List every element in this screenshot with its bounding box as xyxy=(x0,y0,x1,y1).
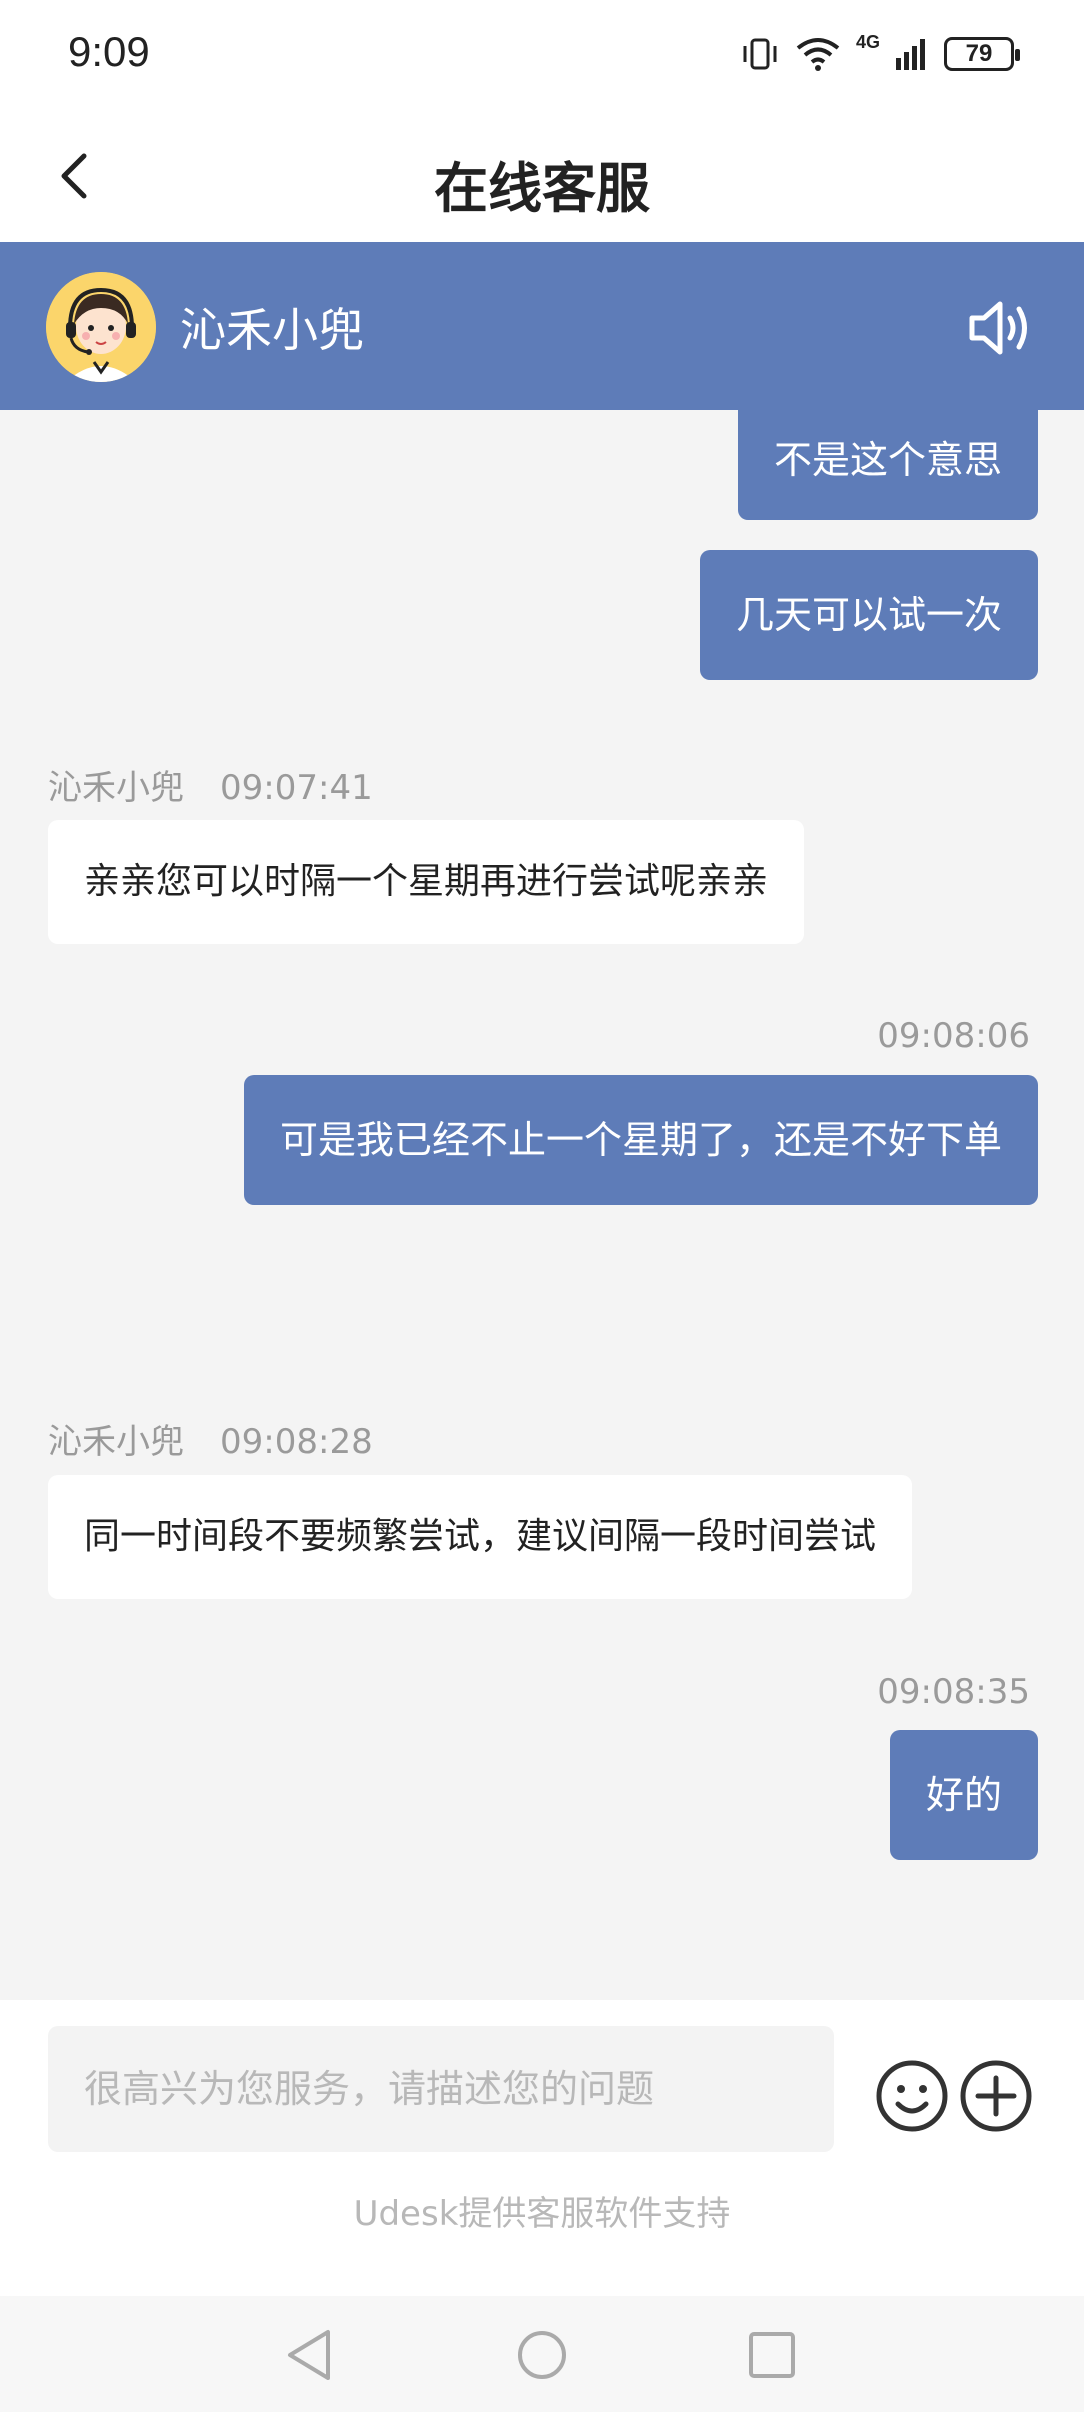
status-time: 9:09 xyxy=(68,28,150,75)
message-text: 不是这个意思 xyxy=(773,438,1002,482)
chat-area[interactable]: 不是这个意思 几天可以试一次 沁禾小兜 09:07:41 亲亲您可以时隔一个星期再… xyxy=(0,410,1084,2000)
message-bubble-sent: 几天可以试一次 xyxy=(699,550,1038,680)
battery-icon: 79 xyxy=(944,37,1020,71)
message-text: 好的 xyxy=(925,1773,1002,1817)
network-type-label: 4G xyxy=(855,32,880,52)
message-bubble-received: 同一时间段不要频繁尝试，建议间隔一段时间尝试 xyxy=(48,1475,913,1599)
input-section: Udesk提供客服软件支持 xyxy=(0,2000,1084,2296)
vibrate-icon xyxy=(743,38,777,70)
message-bubble-received: 亲亲您可以时隔一个星期再进行尝试呢亲亲 xyxy=(48,820,805,944)
headset-agent-icon xyxy=(46,272,156,382)
status-bar: 9:09 4G 79 xyxy=(0,0,1084,110)
system-recents-button[interactable] xyxy=(737,2320,807,2390)
sound-toggle-button[interactable] xyxy=(964,292,1036,364)
message-bubble-sent: 好的 xyxy=(889,1730,1038,1860)
system-home-button[interactable] xyxy=(507,2320,577,2390)
message-bubble-sent: 可是我已经不止一个星期了，还是不好下单 xyxy=(243,1075,1038,1205)
wifi-icon xyxy=(796,38,840,71)
system-nav-bar xyxy=(0,2296,1084,2412)
message-meta: 沁禾小兜 09:08:28 xyxy=(48,1414,373,1463)
message-time: 09:08:06 xyxy=(877,1016,1030,1056)
message-bubble-sent: 不是这个意思 xyxy=(737,410,1038,520)
message-input[interactable] xyxy=(48,2026,834,2152)
signal-icon xyxy=(896,39,925,70)
nav-header: 在线客服 xyxy=(0,110,1084,242)
message-time: 09:07:41 xyxy=(220,768,373,808)
message-text: 亲亲您可以时隔一个星期再进行尝试呢亲亲 xyxy=(84,861,769,902)
powered-by-label: Udesk提供客服软件支持 xyxy=(353,2194,731,2234)
smiley-icon xyxy=(876,2060,948,2132)
message-text: 同一时间段不要频繁尝试，建议间隔一段时间尝试 xyxy=(84,1516,877,1557)
agent-name: 沁禾小兜 xyxy=(180,303,364,357)
agent-bar: 沁禾小兜 xyxy=(0,242,1084,410)
message-meta: 沁禾小兜 09:07:41 xyxy=(48,760,373,809)
message-text: 可是我已经不止一个星期了，还是不好下单 xyxy=(279,1118,1002,1162)
status-icons: 4G 79 xyxy=(740,32,1020,76)
speaker-icon xyxy=(969,301,1027,355)
message-text: 几天可以试一次 xyxy=(735,593,1002,637)
square-recents-icon xyxy=(749,2332,795,2378)
emoji-button[interactable] xyxy=(874,2058,950,2134)
message-time: 09:08:28 xyxy=(220,1422,373,1462)
triangle-back-icon xyxy=(288,2330,330,2380)
page-title: 在线客服 xyxy=(434,157,650,220)
sender-name: 沁禾小兜 xyxy=(48,768,184,808)
plus-circle-icon xyxy=(960,2060,1032,2132)
circle-home-icon xyxy=(518,2331,566,2379)
battery-level: 79 xyxy=(965,40,993,67)
message-time: 09:08:35 xyxy=(877,1672,1030,1712)
more-actions-button[interactable] xyxy=(958,2058,1034,2134)
sender-name: 沁禾小兜 xyxy=(48,1422,184,1462)
system-back-button[interactable] xyxy=(276,2320,346,2390)
agent-avatar xyxy=(46,272,156,382)
